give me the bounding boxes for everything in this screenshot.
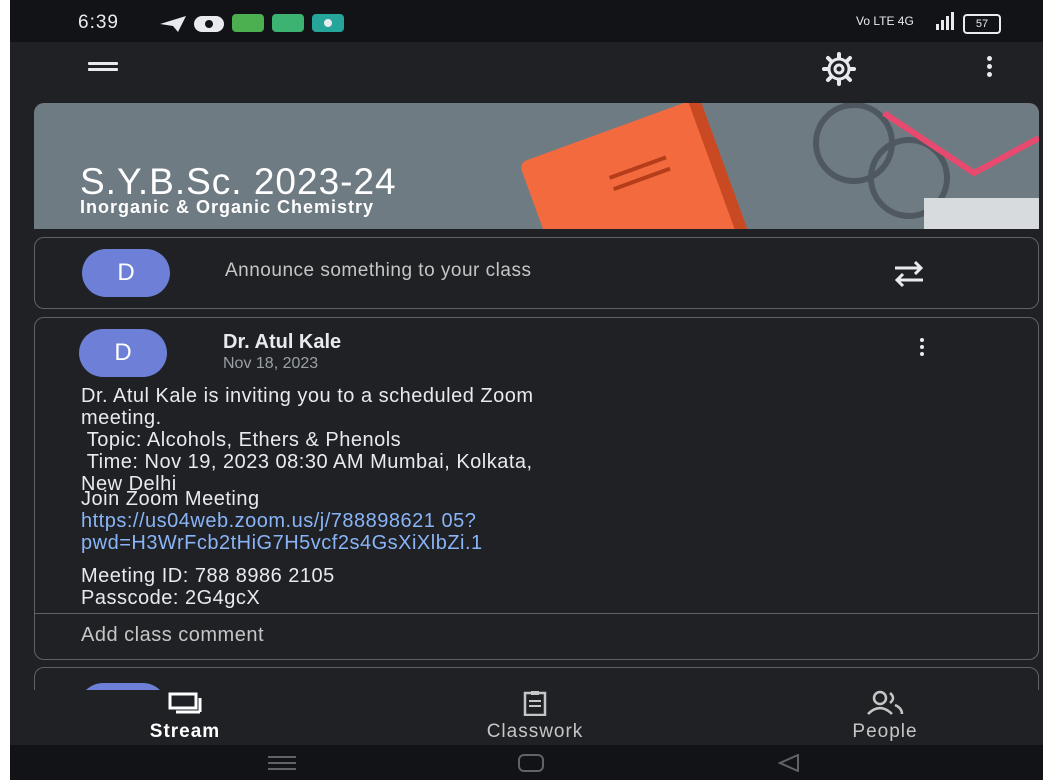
announce-card[interactable]: D Announce something to your class xyxy=(34,237,1039,309)
avatar: D xyxy=(82,249,170,297)
passcode: Passcode: 2G4gcX xyxy=(81,587,261,609)
nav-stream-label: Stream xyxy=(149,721,221,742)
app-notification-icon-2 xyxy=(272,14,304,32)
add-comment-input[interactable]: Add class comment xyxy=(81,624,264,647)
nav-people-label: People xyxy=(852,721,918,742)
telegram-icon xyxy=(160,16,186,32)
announce-input[interactable]: Announce something to your class xyxy=(225,260,531,282)
post-line: Time: Nov 19, 2023 08:30 AM Mumbai, Kolk… xyxy=(81,451,533,473)
menu-icon[interactable] xyxy=(88,62,118,78)
zoom-link[interactable]: https://us04web.zoom.us/j/788898621 05? … xyxy=(81,510,483,554)
post-author: Dr. Atul Kale xyxy=(223,331,342,353)
recent-apps-icon[interactable] xyxy=(268,755,296,771)
nav-people[interactable]: People xyxy=(810,690,960,743)
post-date: Nov 18, 2023 xyxy=(223,355,319,372)
divider xyxy=(35,613,1038,614)
post-line: Dr. Atul Kale is inviting you to a sched… xyxy=(81,385,534,407)
class-subtitle: Inorganic & Organic Chemistry xyxy=(80,197,375,217)
network-indicator: Vo LTE 4G xyxy=(856,14,914,28)
post-card: D Dr. Atul Kale Nov 18, 2023 Dr. Atul Ka… xyxy=(34,317,1039,660)
post-line: Topic: Alcohols, Ethers & Phenols xyxy=(81,429,402,451)
zoom-link-line1[interactable]: https://us04web.zoom.us/j/788898621 05? xyxy=(81,510,483,532)
system-navigation-bar xyxy=(10,745,1043,780)
class-banner[interactable]: S.Y.B.Sc. 2023-24 Inorganic & Organic Ch… xyxy=(34,103,1039,229)
classwork-icon xyxy=(523,691,547,717)
phone-screen: 6:39 Vo LTE 4G 57 S.Y.B.Sc. 2023-24 Inor… xyxy=(10,0,1043,780)
join-label: Join Zoom Meeting xyxy=(81,488,260,510)
signal-icon xyxy=(936,12,954,30)
back-icon[interactable] xyxy=(778,754,800,772)
top-app-bar xyxy=(10,42,1043,96)
more-options-icon[interactable] xyxy=(985,56,993,82)
nav-classwork[interactable]: Classwork xyxy=(435,690,635,743)
bottom-navigation: Stream Classwork People xyxy=(10,690,1043,745)
post-body: Dr. Atul Kale is inviting you to a sched… xyxy=(81,385,534,495)
repost-icon[interactable] xyxy=(893,260,925,288)
post-line: meeting. xyxy=(81,407,162,429)
status-bar: 6:39 Vo LTE 4G 57 xyxy=(10,0,1043,42)
battery-indicator: 57 xyxy=(963,14,1001,34)
home-icon[interactable] xyxy=(518,754,544,772)
post-options-icon[interactable] xyxy=(918,338,926,360)
people-icon xyxy=(867,690,904,715)
author-avatar[interactable]: D xyxy=(79,329,167,377)
app-notification-icon xyxy=(232,14,264,32)
gear-icon[interactable] xyxy=(822,52,856,86)
youtube-icon xyxy=(194,16,224,32)
nav-classwork-label: Classwork xyxy=(486,721,584,742)
status-time: 6:39 xyxy=(78,12,119,33)
zoom-link-line2[interactable]: pwd=H3WrFcb2tHiG7H5vcf2s4GsXiXlbZi.1 xyxy=(81,532,483,554)
stream-icon xyxy=(168,692,202,714)
meeting-id: Meeting ID: 788 8986 2105 xyxy=(81,565,335,587)
nav-stream[interactable]: Stream xyxy=(110,690,260,743)
app-notification-icon-3 xyxy=(312,14,344,32)
